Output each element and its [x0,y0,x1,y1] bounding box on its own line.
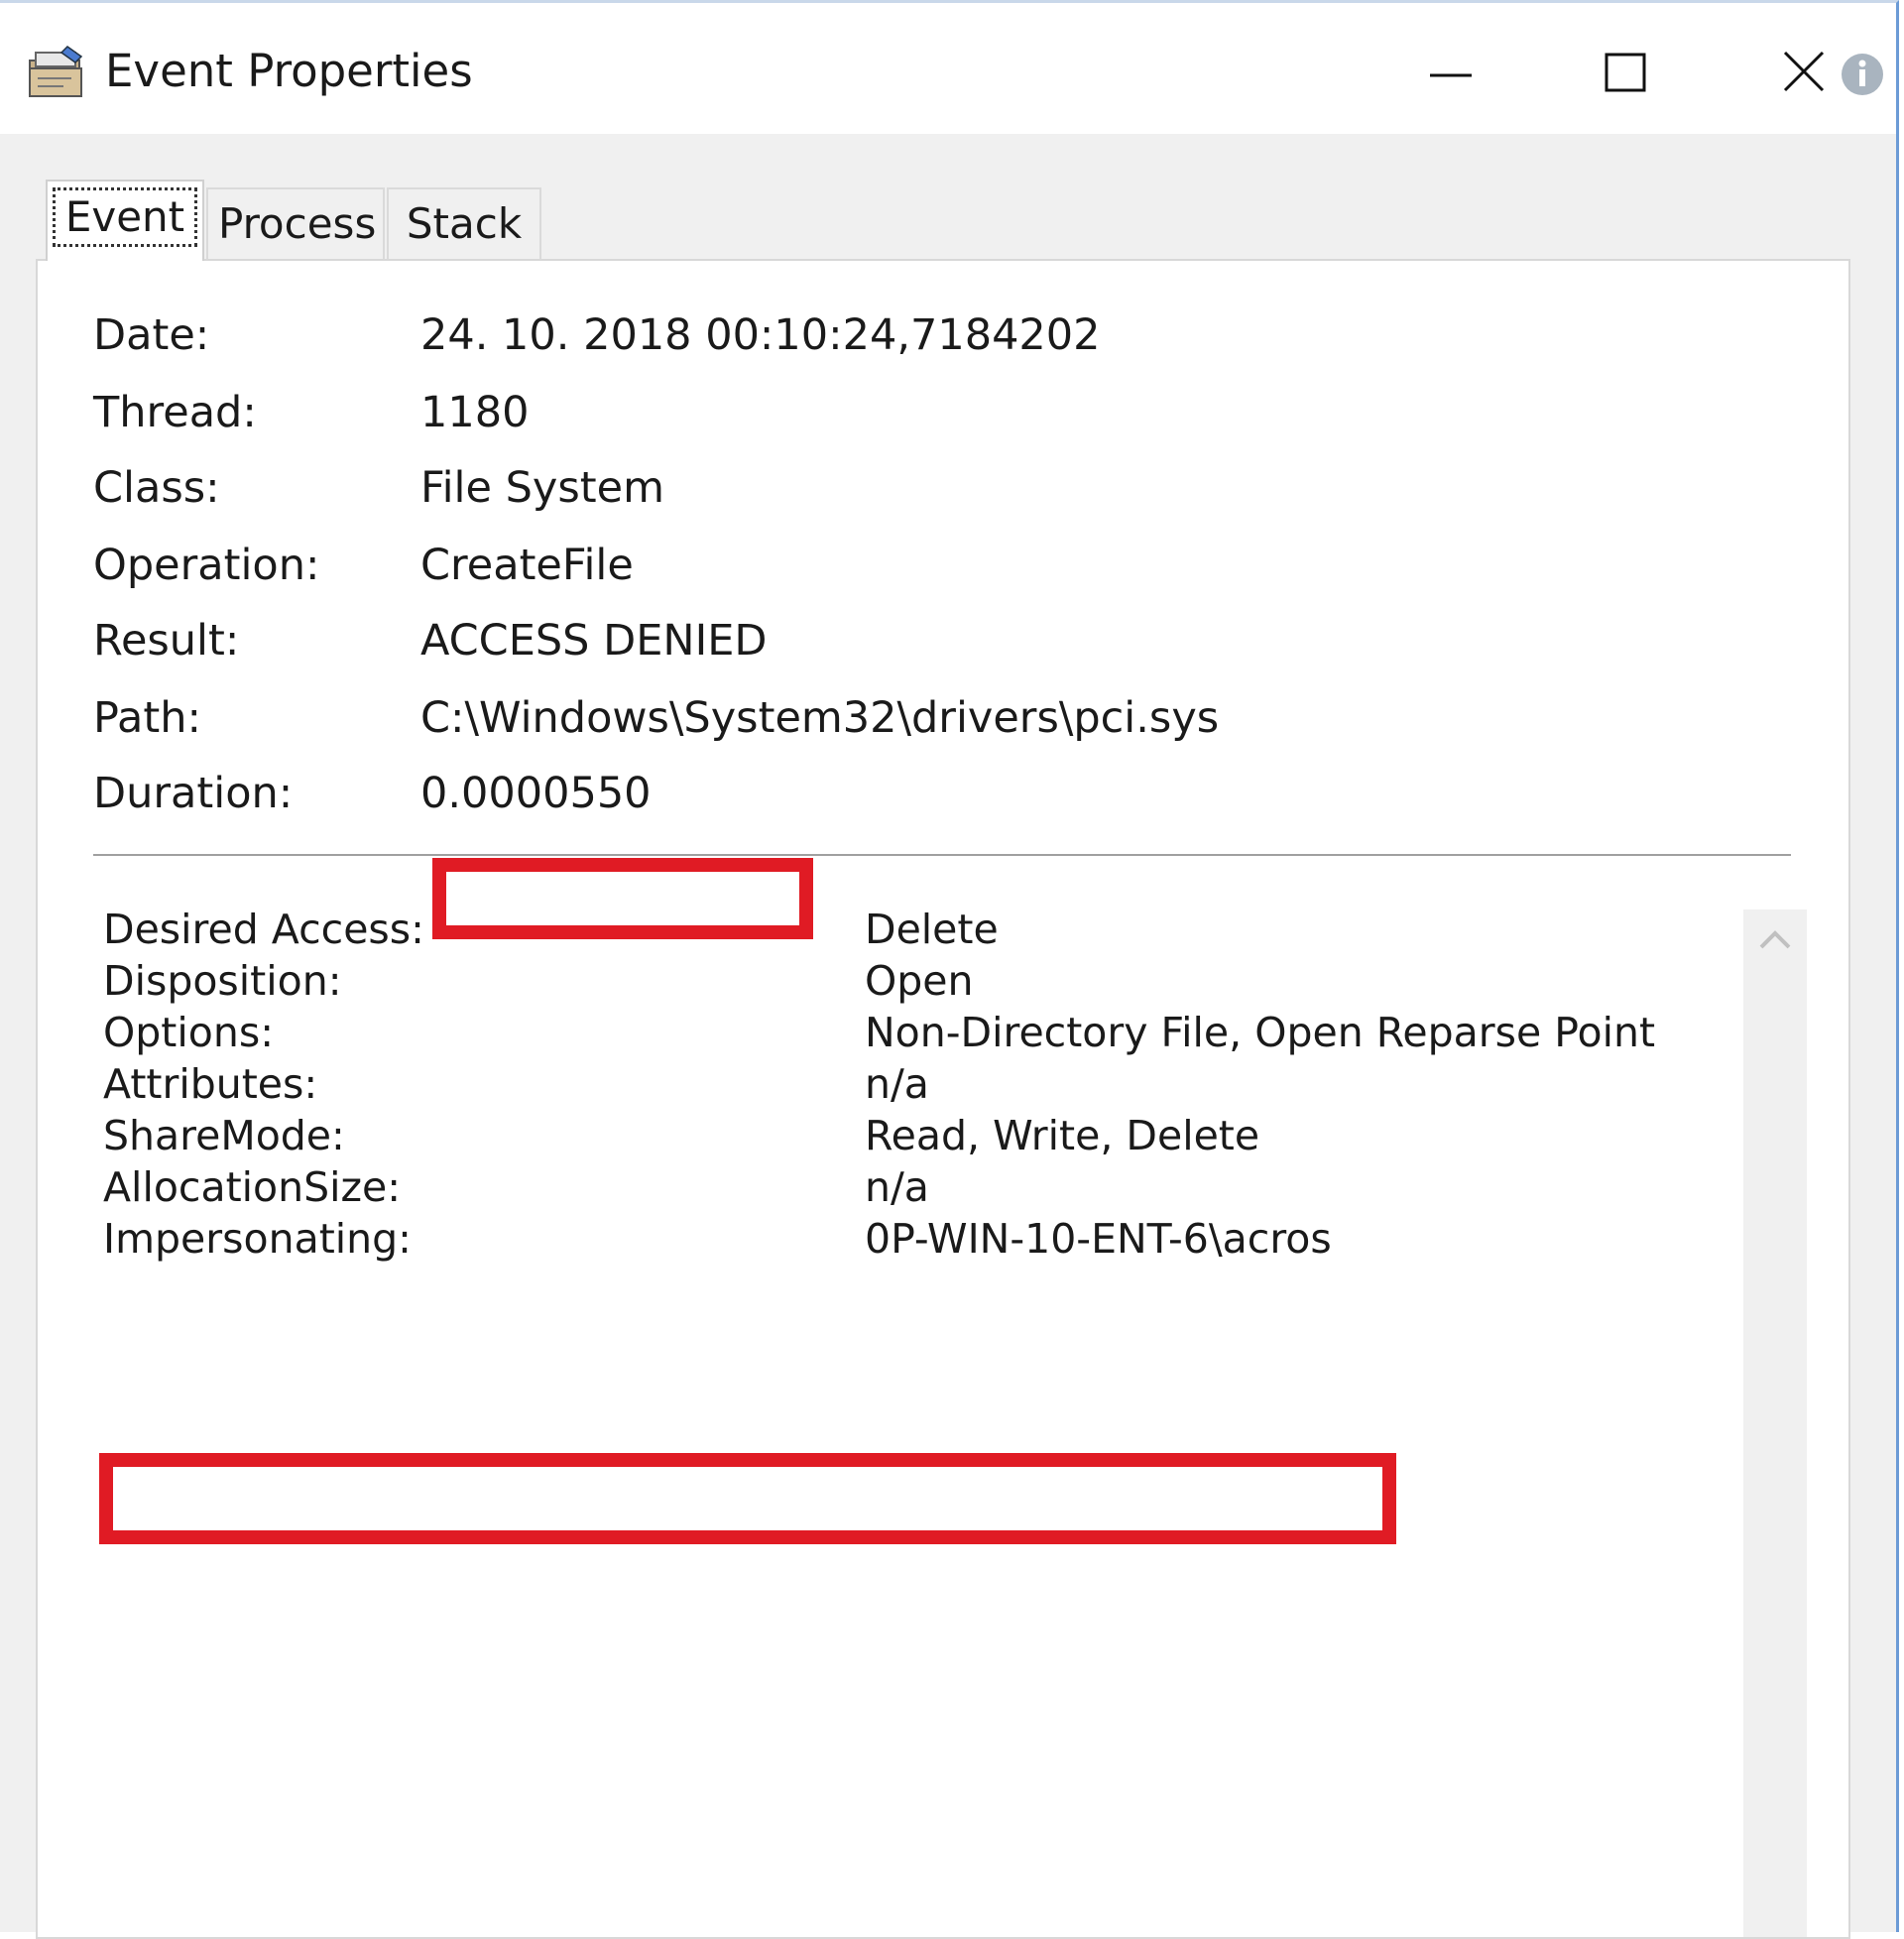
duration-label: Duration: [93,769,294,818]
detail-value: n/a [865,1163,929,1211]
operation-label: Operation: [93,541,320,590]
thread-value: 1180 [420,388,530,437]
detail-row: Disposition: Open [97,957,1684,1009]
tab-event[interactable]: Event [46,180,204,261]
class-label: Class: [93,463,220,513]
result-value: ACCESS DENIED [420,616,768,666]
thread-label: Thread: [93,388,257,437]
detail-row: ShareMode: Read, Write, Delete [97,1112,1684,1163]
section-divider [93,854,1791,856]
info-icon[interactable] [1833,33,1892,112]
result-label: Result: [93,616,240,666]
date-value: 24. 10. 2018 00:10:24,7184202 [420,310,1101,360]
scroll-up-arrow-icon[interactable] [1743,909,1807,973]
minimize-icon[interactable] [1408,33,1497,112]
duration-value: 0.0000550 [420,769,652,818]
details-scrollbar[interactable] [1743,909,1807,1937]
detail-row: Desired Access: Delete [97,906,1684,957]
window-title: Event Properties [105,45,473,97]
detail-value: n/a [865,1060,929,1108]
tab-stack[interactable]: Stack [387,187,541,259]
class-value: File System [420,463,664,513]
maximize-icon[interactable] [1582,33,1671,112]
event-tab-panel: Date: 24. 10. 2018 00:10:24,7184202 Thre… [36,259,1850,1939]
detail-label: AllocationSize: [103,1163,402,1211]
title-bar[interactable]: Event Properties [0,3,1896,134]
detail-label: Disposition: [103,957,342,1005]
detail-label: Options: [103,1009,275,1056]
tab-process-label: Process [218,199,377,248]
detail-value: Read, Write, Delete [865,1112,1260,1159]
detail-value: 0P-WIN-10-ENT-6\acros [865,1215,1332,1263]
event-properties-window: Event Properties Event Process Stack Dat… [0,0,1899,1939]
detail-label: Impersonating: [103,1215,412,1263]
path-value: C:\Windows\System32\drivers\pci.sys [420,693,1220,743]
tab-process[interactable]: Process [206,187,385,259]
detail-row: Options: Non-Directory File, Open Repars… [97,1009,1684,1060]
detail-label: Attributes: [103,1060,318,1108]
tab-event-label: Event [52,187,198,247]
path-label: Path: [93,693,201,743]
detail-label: ShareMode: [103,1112,345,1159]
tab-stack-label: Stack [406,199,523,248]
detail-row: Attributes: n/a [97,1060,1684,1112]
date-label: Date: [93,310,210,360]
properties-window-icon [29,46,83,97]
detail-label: Desired Access: [103,906,424,953]
event-details-list[interactable]: Desired Access: Delete Disposition: Open… [97,906,1783,1933]
operation-value: CreateFile [420,541,634,590]
detail-value: Open [865,957,974,1005]
detail-value: Delete [865,906,999,953]
detail-row: Impersonating: 0P-WIN-10-ENT-6\acros [97,1215,1684,1267]
detail-value: Non-Directory File, Open Reparse Point [865,1009,1656,1056]
detail-row: AllocationSize: n/a [97,1163,1684,1215]
